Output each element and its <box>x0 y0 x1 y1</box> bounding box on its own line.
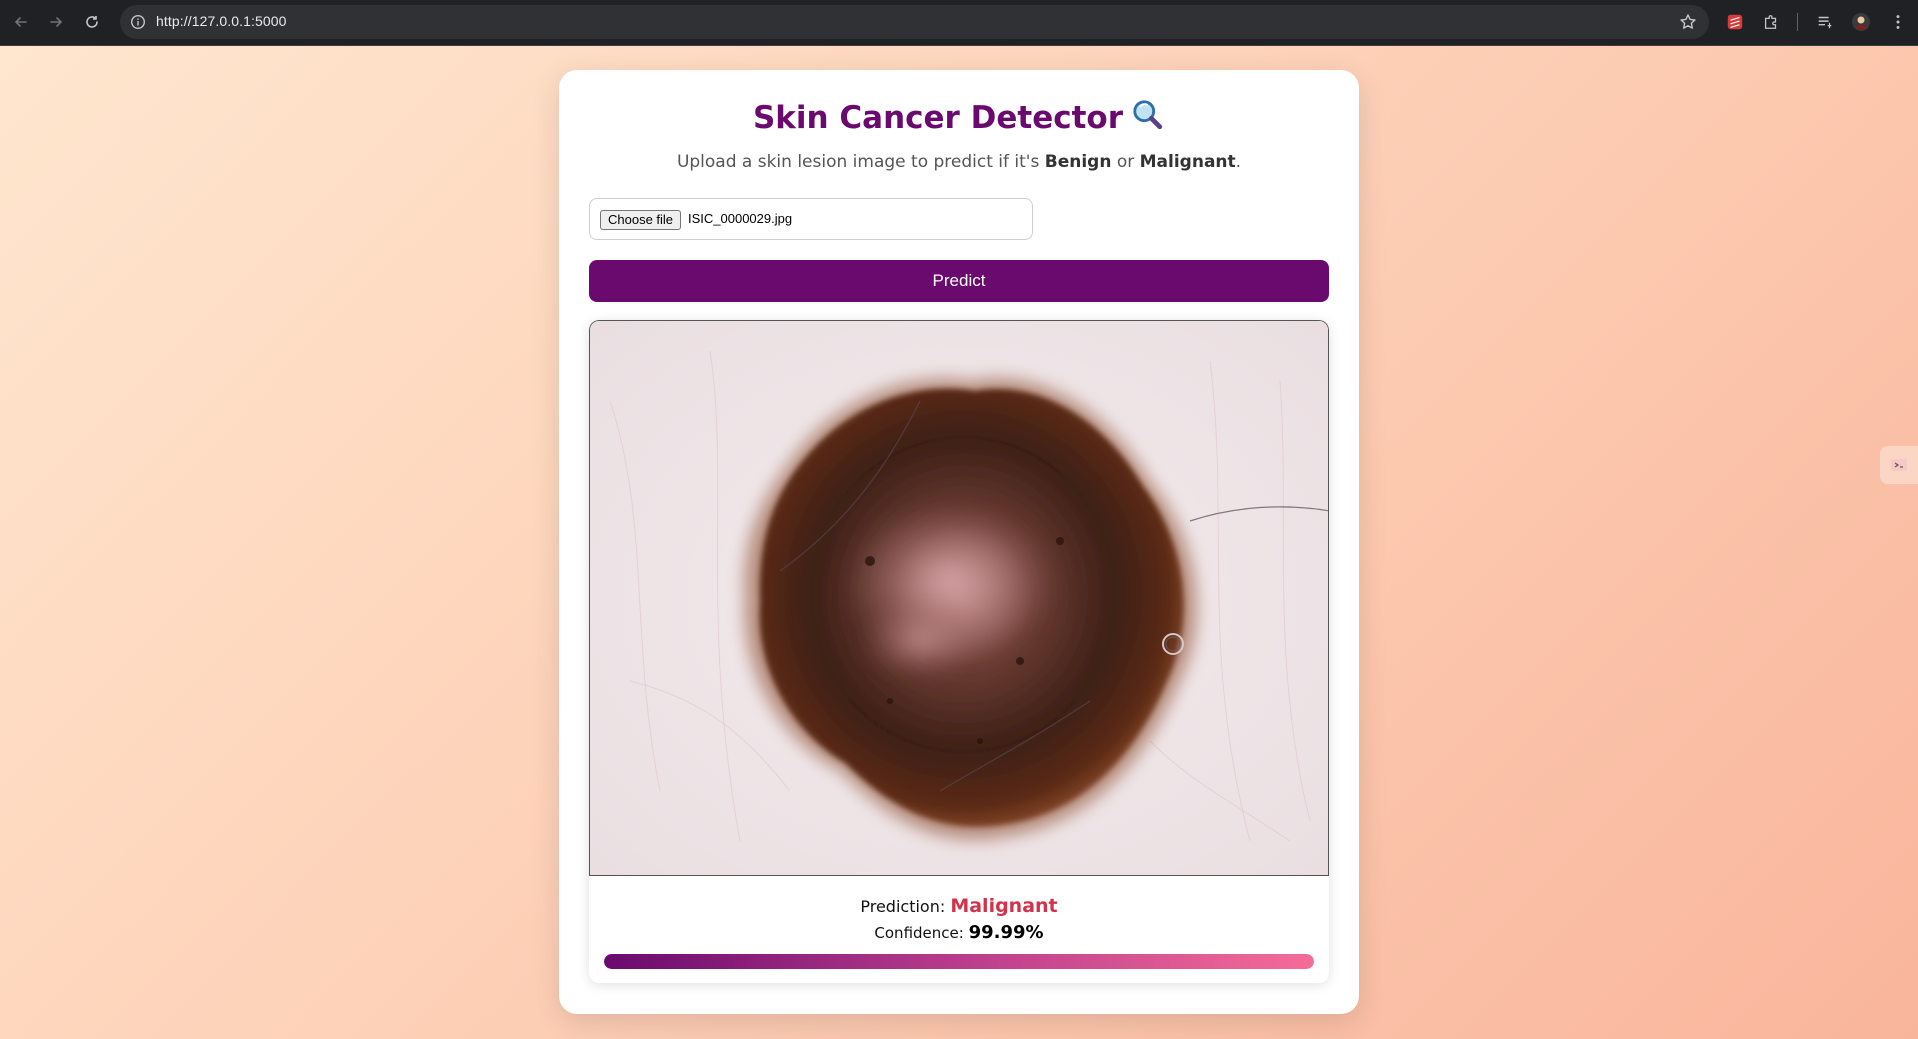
profile-avatar[interactable] <box>1851 12 1871 32</box>
subtitle: Upload a skin lesion image to predict if… <box>559 152 1359 172</box>
bookmark-star-icon[interactable] <box>1679 13 1697 31</box>
prediction-value: Malignant <box>950 895 1058 917</box>
address-bar[interactable]: http://127.0.0.1:5000 <box>120 5 1709 39</box>
url-text[interactable]: http://127.0.0.1:5000 <box>156 13 287 29</box>
side-panel-toggle[interactable] <box>1880 446 1918 484</box>
result-panel: Prediction: Malignant Confidence: 99.99% <box>589 320 1329 983</box>
media-control-icon[interactable] <box>1815 12 1835 32</box>
browser-toolbar: http://127.0.0.1:5000 <box>0 0 1918 46</box>
title-text: Skin Cancer Detector <box>752 100 1124 136</box>
confidence-bar <box>604 954 1314 969</box>
predict-button[interactable]: Predict <box>589 260 1329 302</box>
selected-file-name: ISIC_0000029.jpg <box>688 211 793 226</box>
back-icon[interactable] <box>10 11 32 33</box>
subtitle-middle: or <box>1111 152 1140 172</box>
forward-icon[interactable] <box>45 11 67 33</box>
subtitle-prefix: Upload a skin lesion image to predict if… <box>676 152 1045 172</box>
page-background: Skin Cancer Detector Upload a skin lesio… <box>0 46 1918 1039</box>
toolbar-divider <box>1797 13 1798 31</box>
extensions-puzzle-icon[interactable] <box>1761 12 1781 32</box>
translate-icon <box>1891 459 1907 471</box>
benign-label: Benign <box>1044 152 1112 172</box>
reload-icon[interactable] <box>81 11 103 33</box>
prediction-line: Prediction: Malignant <box>589 895 1329 917</box>
confidence-bar-fill <box>604 954 1314 969</box>
confidence-label: Confidence: <box>874 924 964 942</box>
detector-card: Skin Cancer Detector Upload a skin lesio… <box>559 70 1359 1014</box>
malignant-label: Malignant <box>1139 152 1236 172</box>
confidence-line: Confidence: 99.99% <box>589 922 1329 943</box>
file-input[interactable]: Choose file ISIC_0000029.jpg <box>589 198 1033 240</box>
page-title: Skin Cancer Detector <box>559 98 1359 140</box>
site-info-icon[interactable] <box>130 14 146 30</box>
prediction-label: Prediction: <box>860 897 946 916</box>
choose-file-button[interactable]: Choose file <box>600 210 682 230</box>
subtitle-suffix: . <box>1235 152 1242 172</box>
confidence-value: 99.99% <box>968 922 1044 943</box>
magnifying-glass-icon <box>1131 98 1165 140</box>
lesion-image <box>589 320 1329 876</box>
menu-kebab-icon[interactable] <box>1888 12 1908 32</box>
extension-red-icon[interactable] <box>1725 12 1745 32</box>
